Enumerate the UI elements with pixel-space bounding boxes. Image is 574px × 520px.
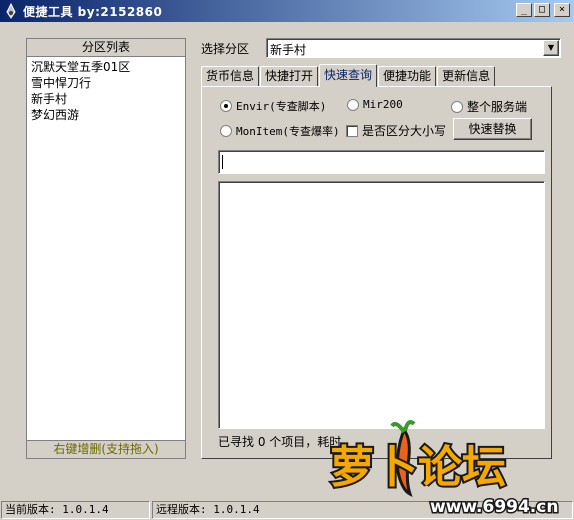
window-title: 便捷工具 by:2152860 [23, 4, 163, 19]
radio-server-label: 整个服务端 [467, 100, 528, 114]
tab-bar: 货币信息 快捷打开 快速查询 便捷功能 更新信息 [201, 64, 496, 87]
zone-list-item[interactable]: 沉默天堂五季01区 [31, 59, 181, 75]
text-caret [222, 155, 223, 169]
checkbox-box[interactable] [346, 124, 358, 137]
zone-select-value: 新手村 [270, 43, 307, 57]
radio-envir[interactable]: Envir(专查脚本) [220, 98, 326, 114]
app-icon [3, 3, 19, 19]
radio-button[interactable] [451, 100, 463, 113]
radio-monitem-label: MonItem(专查爆率) [236, 125, 340, 138]
tab-quick-open[interactable]: 快捷打开 [260, 66, 319, 86]
radio-envir-label: Envir(专查脚本) [236, 100, 327, 113]
radio-button[interactable] [347, 98, 359, 111]
radio-server[interactable]: 整个服务端 [451, 98, 527, 115]
radio-button[interactable] [220, 125, 232, 137]
zone-list-item[interactable]: 雪中悍刀行 [31, 75, 181, 91]
zone-list-hint: 右键增删(支持拖入) [27, 440, 185, 458]
case-sensitive-checkbox[interactable]: 是否区分大小写 [346, 122, 446, 139]
current-version: 当前版本: 1.0.1.4 [1, 501, 150, 519]
tab-currency[interactable]: 货币信息 [201, 66, 260, 86]
tab-utilities[interactable]: 便捷功能 [378, 66, 437, 86]
zone-list-header: 分区列表 [27, 39, 185, 57]
radio-monitem[interactable]: MonItem(专查爆率) [220, 123, 340, 139]
quick-replace-button[interactable]: 快速替换 [453, 118, 532, 140]
zone-list-item[interactable]: 新手村 [31, 91, 181, 107]
tab-updates[interactable]: 更新信息 [437, 66, 496, 86]
title-bar[interactable]: 便捷工具 by:2152860 _ □ × [0, 0, 574, 22]
chevron-down-icon[interactable]: ▼ [543, 40, 559, 56]
zone-select-label: 选择分区 [201, 42, 250, 56]
watermark-logo: 萝卜论坛 www.6994.cn [322, 420, 574, 520]
zone-list[interactable]: 沉默天堂五季01区 雪中悍刀行 新手村 梦幻西游 [27, 57, 185, 125]
maximize-button[interactable]: □ [534, 3, 550, 17]
zone-list-item[interactable]: 梦幻西游 [31, 107, 181, 123]
case-sensitive-label: 是否区分大小写 [362, 124, 447, 138]
radio-button-checked[interactable] [220, 100, 232, 112]
results-list[interactable] [218, 181, 545, 429]
zone-select[interactable]: 新手村 ▼ [266, 38, 561, 58]
radio-mir200[interactable]: Mir200 [347, 98, 403, 111]
zone-list-panel: 分区列表 沉默天堂五季01区 雪中悍刀行 新手村 梦幻西游 右键增删(支持拖入) [26, 38, 186, 459]
close-button[interactable]: × [554, 3, 570, 17]
watermark-text: 萝卜论坛 [330, 442, 506, 493]
watermark-url: www.6994.cn [430, 497, 558, 517]
radio-mir200-label: Mir200 [363, 98, 403, 111]
tab-quick-search[interactable]: 快速查询 [319, 64, 378, 87]
search-input[interactable] [218, 150, 545, 174]
minimize-button[interactable]: _ [516, 3, 532, 17]
